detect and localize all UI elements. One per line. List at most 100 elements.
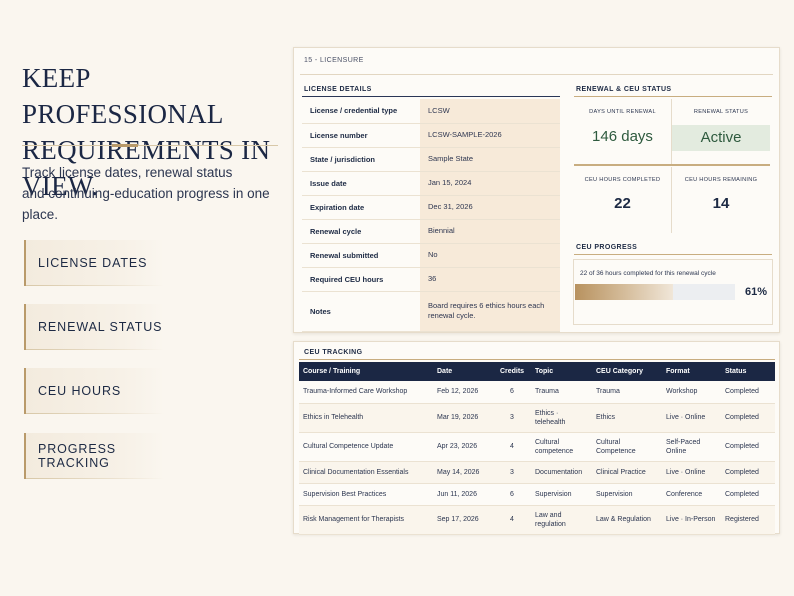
license-detail-key: State / jurisdiction bbox=[302, 147, 420, 172]
ceu-table-cell[interactable]: Cultural Competence Update bbox=[299, 432, 433, 462]
ceu-table-cell[interactable]: Clinical Practice bbox=[592, 461, 662, 484]
days-until-renewal-value: 146 days bbox=[592, 128, 653, 145]
license-detail-row: State / jurisdiction Sample State bbox=[302, 147, 560, 172]
ceu-table-row[interactable]: Ethics in Telehealth Mar 19, 2026 3 Ethics … bbox=[299, 403, 775, 433]
ceu-table-cell[interactable]: Completed bbox=[721, 403, 775, 433]
ceu-progress-rule bbox=[574, 254, 772, 255]
ceu-table-cell[interactable]: Jun 11, 2026 bbox=[433, 483, 493, 506]
ceu-tracking-title: CEU tracking bbox=[304, 349, 363, 356]
ceu-table-cell[interactable]: 6 bbox=[493, 483, 531, 506]
ceu-column-header[interactable]: Topic bbox=[531, 362, 592, 381]
feature-ceu-hours: CEU hours bbox=[24, 368, 164, 414]
feature-renewal-status: Renewal status bbox=[24, 304, 164, 350]
ceu-column-header[interactable]: Credits bbox=[493, 362, 531, 381]
ceu-table-cell[interactable]: Live · Online bbox=[662, 403, 721, 433]
ceu-table-cell[interactable]: Law & Regulation bbox=[592, 505, 662, 535]
ceu-completed-card: CEU hours completed 22 bbox=[574, 167, 672, 233]
ceu-table-cell[interactable]: Trauma bbox=[592, 381, 662, 404]
ceu-completed-value: 22 bbox=[614, 195, 631, 212]
license-detail-key: License / credential type bbox=[302, 99, 420, 124]
ceu-table-cell[interactable]: Supervision bbox=[531, 483, 592, 506]
ceu-table-cell[interactable]: Apr 23, 2026 bbox=[433, 432, 493, 462]
license-detail-key: Renewal submitted bbox=[302, 243, 420, 268]
ceu-table-cell[interactable]: Completed bbox=[721, 461, 775, 484]
ceu-table-cell[interactable]: Live · In-Person bbox=[662, 505, 721, 535]
ceu-table-cell[interactable]: Registered bbox=[721, 505, 775, 535]
hero-divider bbox=[22, 145, 278, 146]
license-detail-value[interactable]: Board requires 6 ethics hours each renew… bbox=[420, 291, 560, 332]
ceu-column-header[interactable]: Date bbox=[433, 362, 493, 381]
license-detail-row: Notes Board requires 6 ethics hours each … bbox=[302, 291, 560, 332]
ceu-table-cell[interactable]: Completed bbox=[721, 381, 775, 404]
ceu-table-cell[interactable]: Feb 12, 2026 bbox=[433, 381, 493, 404]
license-details-title: License details bbox=[304, 86, 372, 93]
ceu-table-cell[interactable]: Mar 19, 2026 bbox=[433, 403, 493, 433]
ceu-table-cell[interactable]: Workshop bbox=[662, 381, 721, 404]
ceu-table-cell[interactable]: Supervision bbox=[592, 483, 662, 506]
ceu-table-cell[interactable]: Sep 17, 2026 bbox=[433, 505, 493, 535]
ceu-table-cell[interactable]: Supervision Best Practices bbox=[299, 483, 433, 506]
ceu-table-cell[interactable]: Self-Paced Online bbox=[662, 432, 721, 462]
renewal-status-card: Renewal status Active bbox=[672, 99, 770, 165]
ceu-column-header[interactable]: Format bbox=[662, 362, 721, 381]
ceu-table-row[interactable]: Clinical Documentation Essentials May 14,… bbox=[299, 461, 775, 484]
ceu-table-cell[interactable]: May 14, 2026 bbox=[433, 461, 493, 484]
license-detail-row: Renewal cycle Biennial bbox=[302, 219, 560, 244]
ceu-column-header[interactable]: Course / Training bbox=[299, 362, 433, 381]
feature-progress-tracking: Progress tracking bbox=[24, 433, 164, 479]
ceu-progress-percent: 61% bbox=[745, 286, 768, 298]
ceu-table-cell[interactable]: Law and regulation bbox=[531, 505, 592, 535]
feature-license-dates: License dates bbox=[24, 240, 164, 286]
license-detail-row: Required CEU hours 36 bbox=[302, 267, 560, 292]
ceu-table-cell[interactable]: Completed bbox=[721, 432, 775, 462]
hero-subtitle-line-2: and continuing-education progress in one… bbox=[22, 186, 270, 222]
ceu-table-cell[interactable]: 4 bbox=[493, 432, 531, 462]
ceu-table-cell[interactable]: 4 bbox=[493, 505, 531, 535]
license-detail-value[interactable]: Sample State bbox=[420, 147, 560, 172]
license-detail-value[interactable]: 36 bbox=[420, 267, 560, 292]
sheet-label: 15 - Licensure bbox=[304, 57, 364, 64]
license-detail-key: Notes bbox=[302, 291, 420, 332]
ceu-table-cell[interactable]: Risk Management for Therapists bbox=[299, 505, 433, 535]
ceu-table-cell[interactable]: Ethics bbox=[592, 403, 662, 433]
license-detail-key: License number bbox=[302, 123, 420, 148]
hero-divider-accent bbox=[112, 143, 138, 147]
ceu-table-cell[interactable]: Ethics in Telehealth bbox=[299, 403, 433, 433]
ceu-table-cell[interactable]: Cultural competence bbox=[531, 432, 592, 462]
renewal-status-label: Renewal status bbox=[693, 109, 749, 115]
cards-row-divider bbox=[574, 164, 770, 166]
license-detail-value[interactable]: Jan 15, 2024 bbox=[420, 171, 560, 196]
license-detail-value[interactable]: Dec 31, 2026 bbox=[420, 195, 560, 220]
ceu-table-row[interactable]: Supervision Best Practices Jun 11, 2026 6 S… bbox=[299, 483, 775, 506]
renewal-status-rule bbox=[574, 96, 772, 97]
ceu-table-row[interactable]: Cultural Competence Update Apr 23, 2026 4 C… bbox=[299, 432, 775, 462]
ceu-table-cell[interactable]: Live · Online bbox=[662, 461, 721, 484]
ceu-tracking-table: Course / Training Date Credits Topic CEU Cat… bbox=[299, 362, 775, 535]
license-detail-value[interactable]: LCSW bbox=[420, 99, 560, 124]
ceu-remaining-value: 14 bbox=[712, 195, 730, 212]
ceu-table-cell[interactable]: Cultural Competence bbox=[592, 432, 662, 462]
ceu-table-row[interactable]: Risk Management for Therapists Sep 17, 20… bbox=[299, 505, 775, 535]
ceu-table-cell[interactable]: Ethics · telehealth bbox=[531, 403, 592, 433]
ceu-table-row[interactable]: Trauma-Informed Care Workshop Feb 12, 202… bbox=[299, 381, 775, 404]
ceu-table-cell[interactable]: Documentation bbox=[531, 461, 592, 484]
ceu-table-cell[interactable]: Conference bbox=[662, 483, 721, 506]
license-detail-value[interactable]: LCSW-SAMPLE-2026 bbox=[420, 123, 560, 148]
ceu-table-cell[interactable]: 3 bbox=[493, 461, 531, 484]
ceu-progress-bar bbox=[575, 284, 735, 300]
ceu-table-cell[interactable]: Trauma-Informed Care Workshop bbox=[299, 381, 433, 404]
ceu-progress-caption: 22 of 36 hours completed for this renewa… bbox=[580, 270, 716, 277]
ceu-column-header[interactable]: Status bbox=[721, 362, 775, 381]
license-detail-value[interactable]: No bbox=[420, 243, 560, 268]
license-detail-key: Expiration date bbox=[302, 195, 420, 220]
ceu-table-cell[interactable]: Clinical Documentation Essentials bbox=[299, 461, 433, 484]
days-until-renewal-card: Days until renewal 146 days bbox=[574, 99, 672, 165]
ceu-table-cell[interactable]: Trauma bbox=[531, 381, 592, 404]
ceu-table-cell[interactable]: Completed bbox=[721, 483, 775, 506]
licensure-sheet: 15 - Licensure License details License /… bbox=[293, 47, 780, 333]
ceu-column-header[interactable]: CEU Category bbox=[592, 362, 662, 381]
license-detail-value[interactable]: Biennial bbox=[420, 219, 560, 244]
renewal-status-badge: Active bbox=[672, 125, 770, 151]
ceu-table-cell[interactable]: 6 bbox=[493, 381, 531, 404]
ceu-table-cell[interactable]: 3 bbox=[493, 403, 531, 433]
